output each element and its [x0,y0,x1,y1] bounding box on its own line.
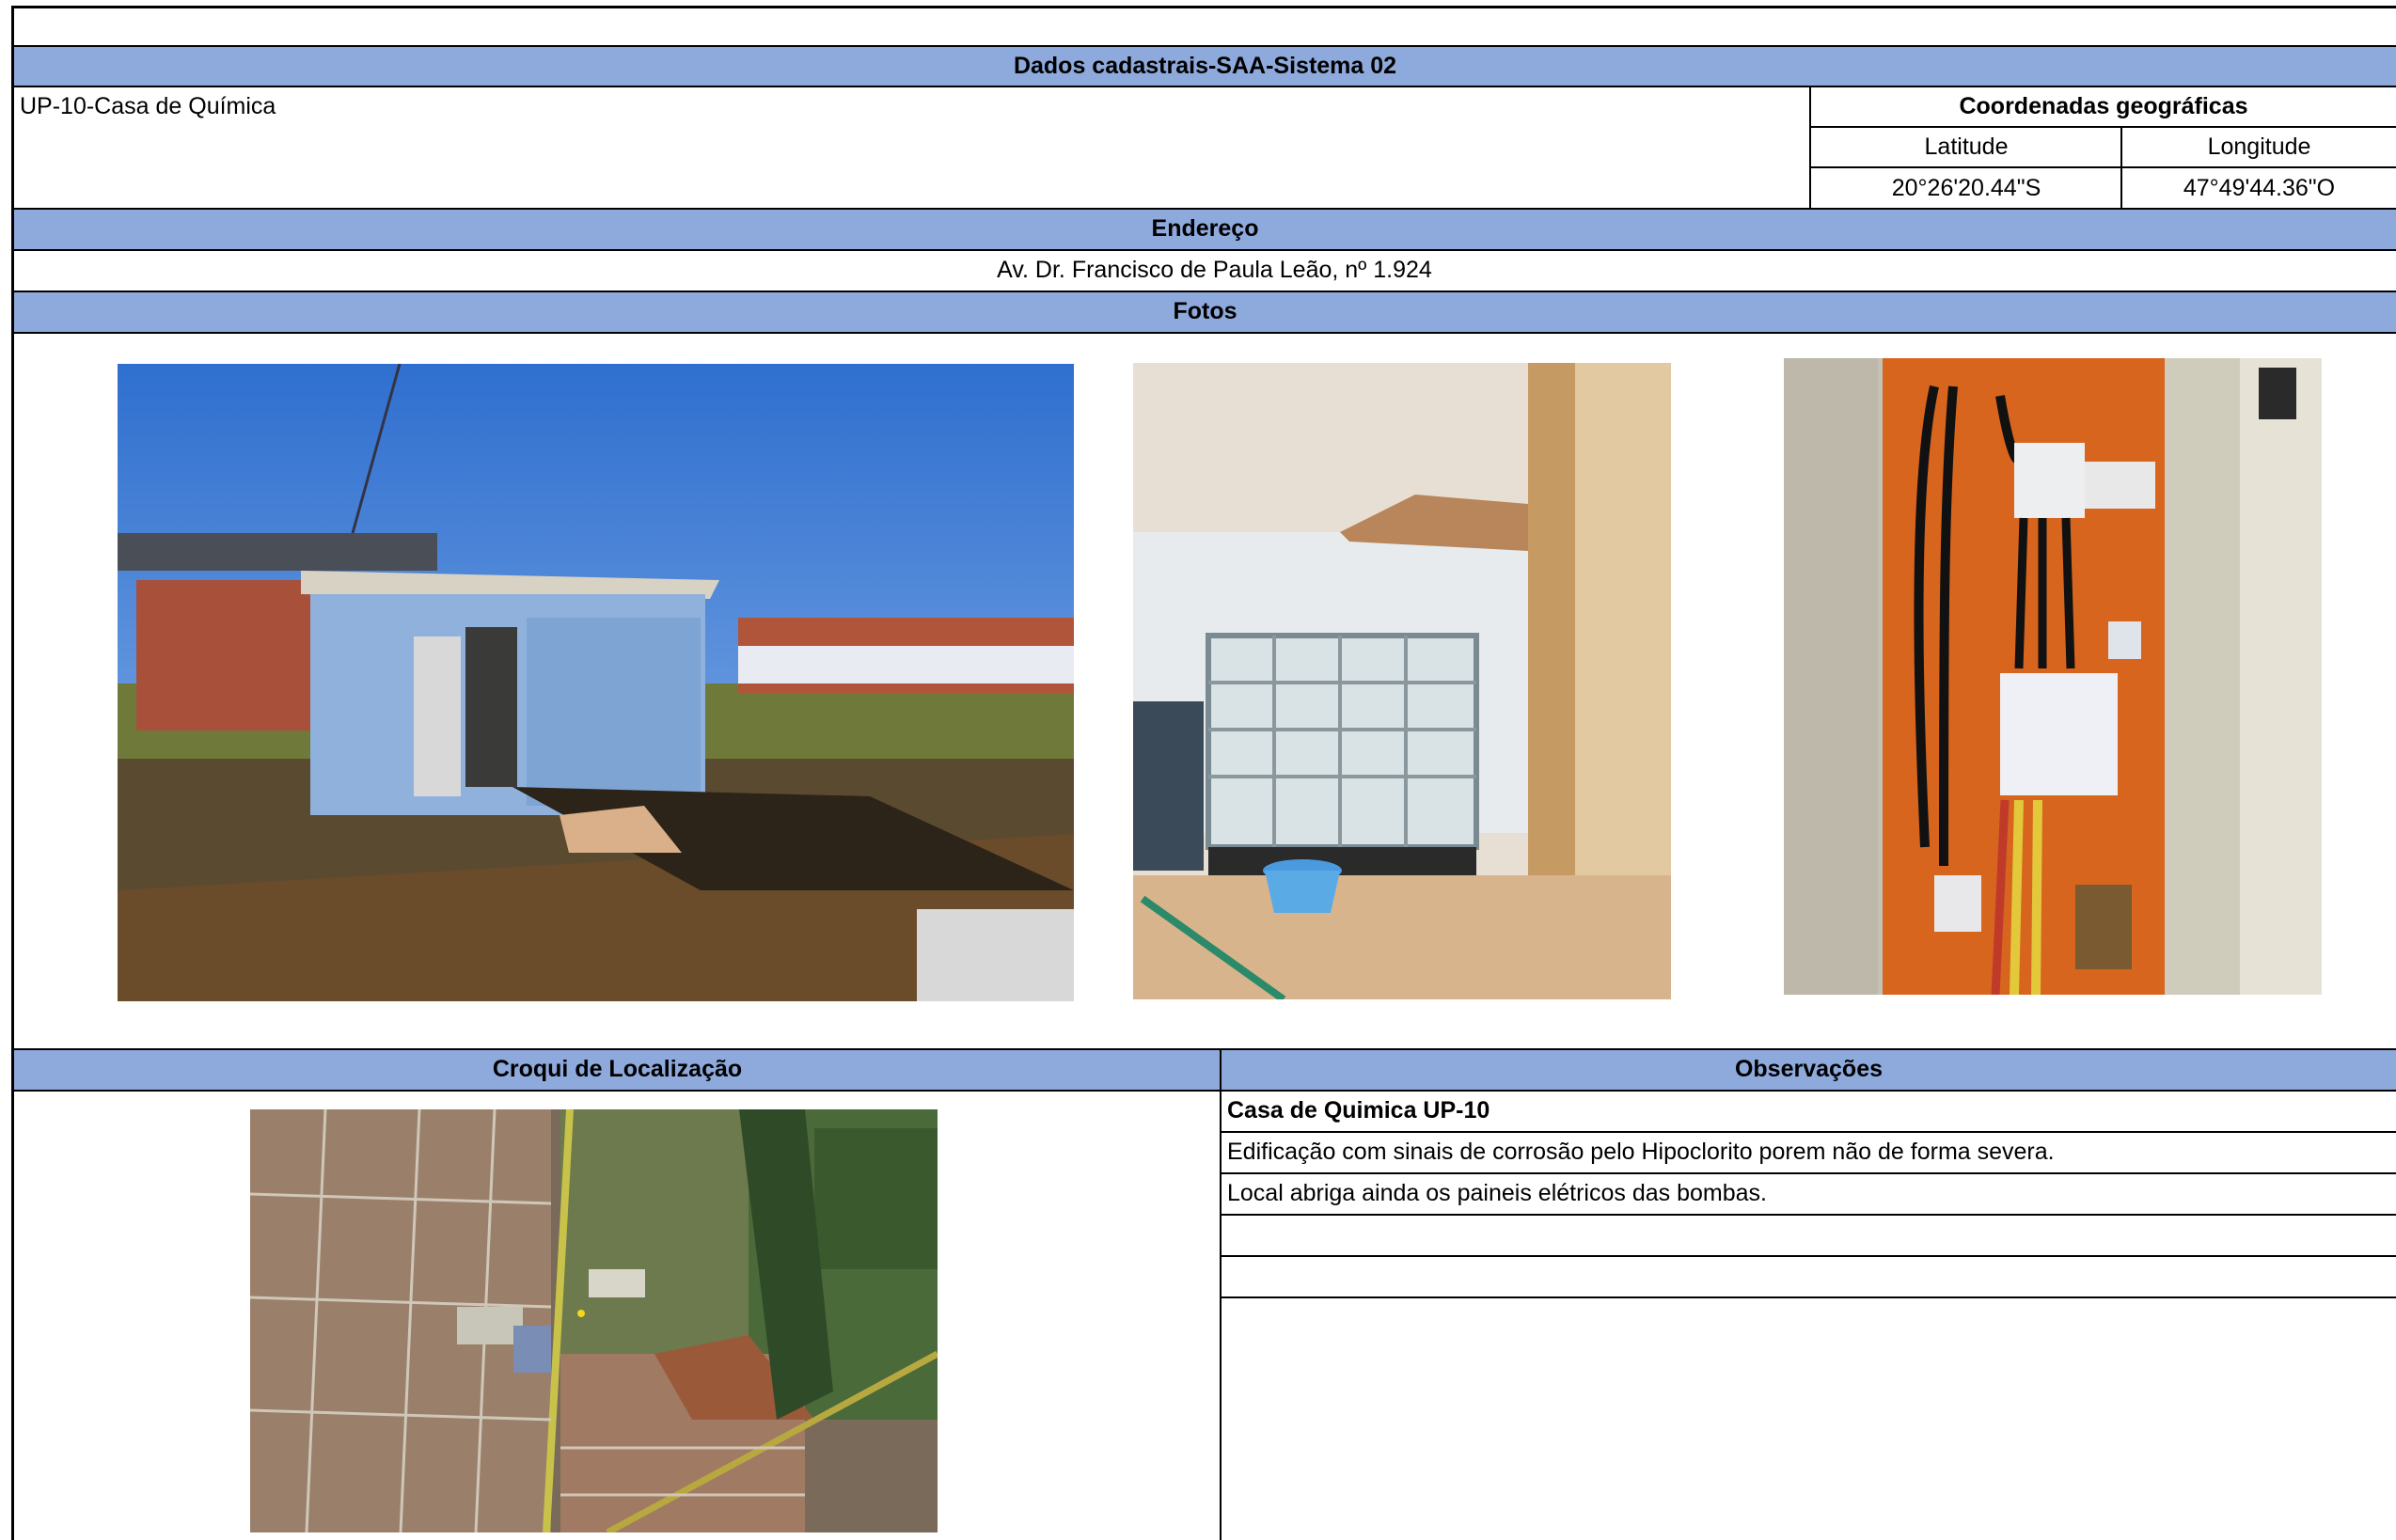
grid-line [11,291,2396,292]
observations-header: Observações [1222,1049,2396,1090]
longitude-value: 47°49'44.36"O [2183,174,2336,201]
observation-line-4 [1222,1215,2396,1255]
grid-line [1810,166,2396,168]
grid-line [11,208,2396,210]
latitude-value: 20°26'20.44"S [1891,174,2041,201]
grid-line [1221,1255,2396,1257]
grid-line [2120,126,2122,209]
grid-line [1221,1296,2396,1298]
photos-header: Fotos [14,291,2396,332]
observation-line-3: Local abriga ainda os paineis elétricos … [1227,1180,1767,1206]
grid-line [1810,126,2396,128]
grid-line [11,1090,2396,1092]
address-header: Endereço [14,209,2396,249]
location-map-image [250,1109,938,1532]
latitude-label: Latitude [1924,134,2009,160]
grid-line [11,332,2396,334]
grid-line [1221,1172,2396,1174]
grid-line [1221,1131,2396,1133]
unit-name: UP-10-Casa de Química [20,93,276,119]
electrical-panel-photo [1784,358,2322,995]
observation-line-1: Casa de Quimica UP-10 [1227,1097,1490,1124]
observation-line-5 [1222,1256,2396,1296]
grid-line [11,86,2396,87]
grid-line [11,6,2396,8]
address-value: Av. Dr. Francisco de Paula Leão, nº 1.92… [997,257,1432,283]
grid-line [11,45,2396,47]
building-exterior-photo [118,364,1074,1001]
longitude-label: Longitude [2207,134,2311,160]
coordinates-header: Coordenadas geográficas [1959,93,2248,119]
grid-line [11,249,2396,251]
sheet-title: Dados cadastrais-SAA-Sistema 02 [14,46,2396,86]
grid-line [1221,1214,2396,1216]
chemical-tank-photo [1133,363,1671,999]
grid-line [11,6,14,1540]
grid-line [1809,86,1811,209]
map-header: Croqui de Localização [14,1049,1221,1090]
observation-line-2: Edificação com sinais de corrosão pelo H… [1227,1139,2055,1165]
grid-line [11,1048,2396,1050]
grid-line [1220,1048,1222,1540]
